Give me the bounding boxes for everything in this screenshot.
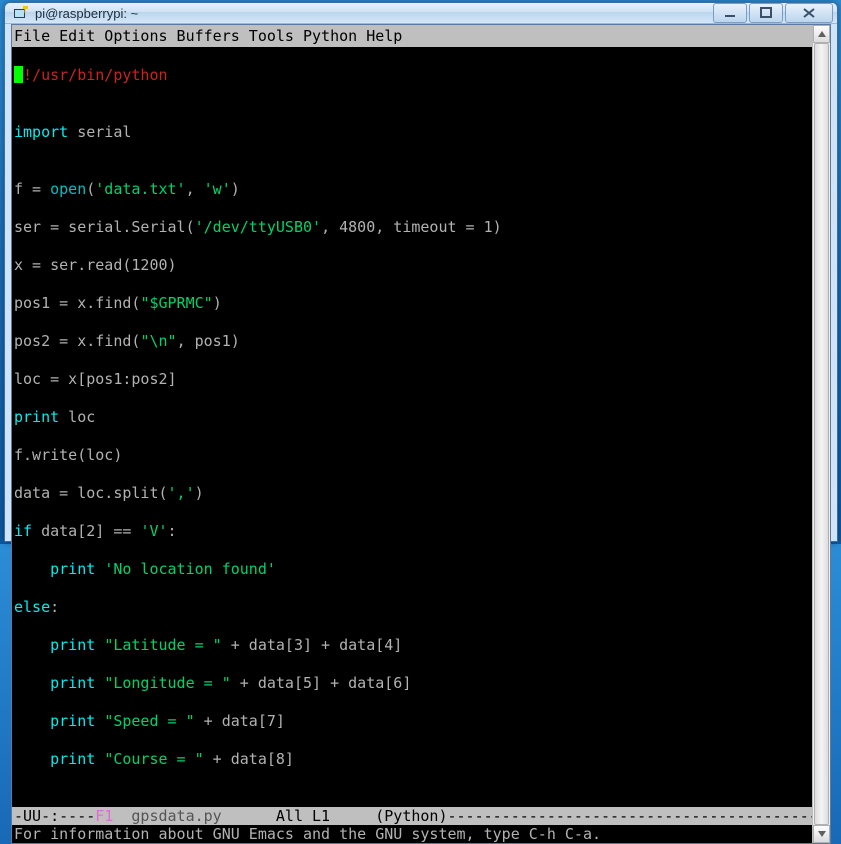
maximize-button[interactable] xyxy=(749,3,783,23)
terminal-client-area: File Edit Options Buffers Tools Python H… xyxy=(11,24,831,844)
code-line: import serial xyxy=(14,123,810,142)
code-line: pos2 = x.find("\n", pos1) xyxy=(14,332,810,351)
text-cursor xyxy=(14,66,23,83)
emacs-echo-area: For information about GNU Emacs and the … xyxy=(12,825,812,843)
code-line: else: xyxy=(14,598,810,617)
scrollbar-track[interactable] xyxy=(813,43,830,825)
code-line: pos1 = x.find("$GPRMC") xyxy=(14,294,810,313)
code-line: print loc xyxy=(14,408,810,427)
window-controls xyxy=(713,3,833,23)
code-line: loc = x[pos1:pos2] xyxy=(14,370,810,389)
code-line: f.write(loc) xyxy=(14,446,810,465)
scroll-down-button[interactable] xyxy=(813,825,830,843)
code-line: print "Latitude = " + data[3] + data[4] xyxy=(14,636,810,655)
emacs-menubar[interactable]: File Edit Options Buffers Tools Python H… xyxy=(12,25,812,47)
scroll-up-button[interactable] xyxy=(813,25,830,43)
minimize-button[interactable] xyxy=(713,3,747,23)
emacs-buffer[interactable]: #!/usr/bin/python import serial f = open… xyxy=(12,47,812,807)
code-line: ser = serial.Serial('/dev/ttyUSB0', 4800… xyxy=(14,218,810,237)
close-button[interactable] xyxy=(785,3,833,23)
code-line: print "Course = " + data[8] xyxy=(14,750,810,769)
code-line: #!/usr/bin/python xyxy=(14,66,810,85)
code-line: print "Speed = " + data[7] xyxy=(14,712,810,731)
emacs-modeline: -UU-:----F1 gpsdata.py All L1 (Python)--… xyxy=(12,807,812,825)
code-line: data = loc.split(',') xyxy=(14,484,810,503)
code-line: if data[2] == 'V': xyxy=(14,522,810,541)
code-line: print "Longitude = " + data[5] + data[6] xyxy=(14,674,810,693)
code-line: print 'No location found' xyxy=(14,560,810,579)
scrollbar-thumb[interactable] xyxy=(814,43,829,825)
terminal-window: pi@raspberrypi: ~ File Edit Options Buff… xyxy=(4,2,838,542)
window-titlebar[interactable]: pi@raspberrypi: ~ xyxy=(5,3,837,24)
emacs-editor[interactable]: File Edit Options Buffers Tools Python H… xyxy=(12,25,812,843)
putty-icon xyxy=(13,5,29,21)
window-title: pi@raspberrypi: ~ xyxy=(35,6,713,21)
code-line: x = ser.read(1200) xyxy=(14,256,810,275)
vertical-scrollbar[interactable] xyxy=(812,25,830,843)
code-line: f = open('data.txt', 'w') xyxy=(14,180,810,199)
